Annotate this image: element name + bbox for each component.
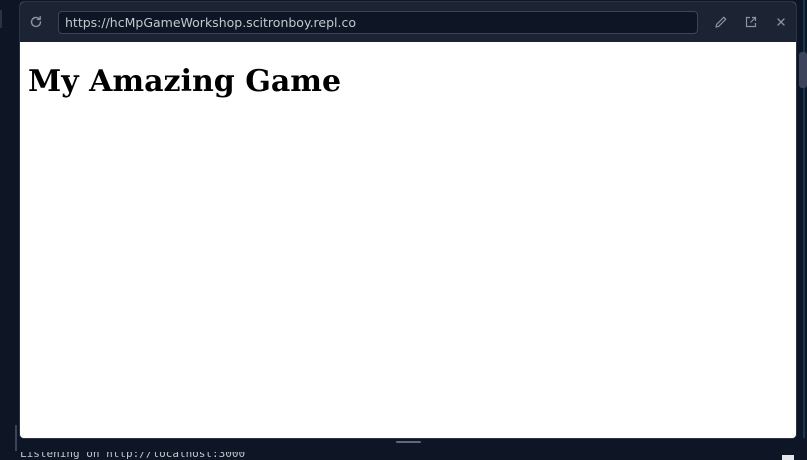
left-scrollbar[interactable] [15,425,17,451]
ide-right-panel-edge [795,0,807,460]
left-panel-divider [0,10,2,28]
webview-panel: https://hcMpGameWorkshop.scitronboy.repl… [20,2,796,438]
close-icon[interactable] [766,7,796,37]
ide-left-panel-edge [0,0,20,460]
console-cursor [782,455,794,460]
external-link-icon[interactable] [736,7,766,37]
panel-resize-handle[interactable] [396,441,421,443]
console-text: Listening on http://localhost:3000 [20,452,246,460]
webview-toolbar: https://hcMpGameWorkshop.scitronboy.repl… [20,2,796,42]
console-output: Listening on http://localhost:3000 [20,452,320,460]
right-scrollbar[interactable] [799,52,807,88]
url-field[interactable]: https://hcMpGameWorkshop.scitronboy.repl… [58,11,698,34]
webview-page: My Amazing Game [20,42,796,438]
reload-icon[interactable] [21,7,51,37]
webview-actions [706,7,796,37]
pencil-icon[interactable] [706,7,736,37]
page-heading: My Amazing Game [28,64,342,99]
